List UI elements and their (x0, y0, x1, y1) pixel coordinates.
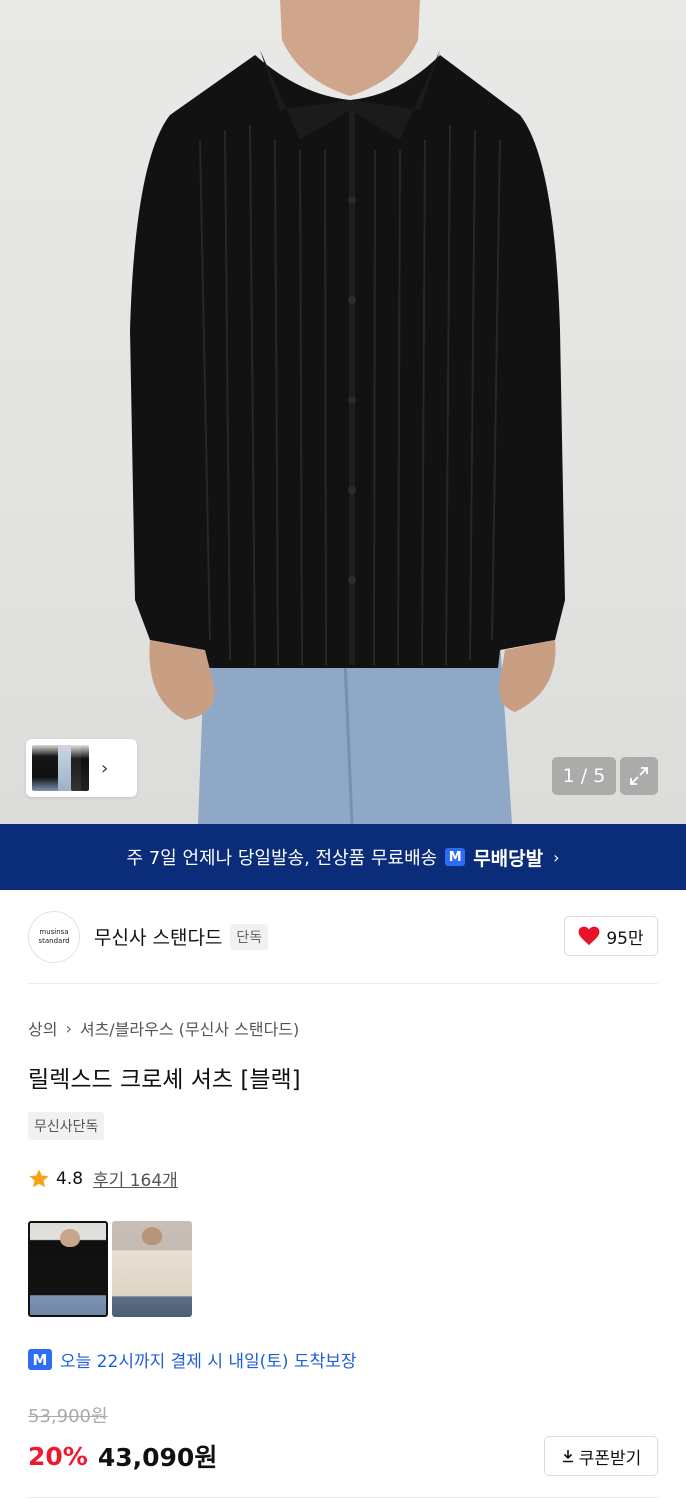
brand-row: musinsa standard 무신사 스탠다드 단독 95만 (28, 890, 658, 984)
brand-name[interactable]: 무신사 스탠다드 (94, 923, 222, 950)
exclusive-tag: 단독 (230, 923, 269, 950)
brand-logo[interactable]: musinsa standard (28, 910, 80, 963)
thumbnail-stack (32, 745, 89, 791)
star-icon (29, 1168, 49, 1187)
delivery-banner[interactable]: 주 7일 언제나 당일발송, 전상품 무료배송 M 무배당발 › (0, 824, 686, 890)
coupon-label: 쿠폰받기 (578, 1448, 642, 1469)
banner-brand: 무배당발 (473, 847, 544, 870)
expand-button[interactable] (620, 757, 658, 795)
thumbnail-strip[interactable]: › (26, 739, 137, 797)
rating-value: 4.8 (56, 1168, 84, 1189)
download-icon (562, 1450, 573, 1463)
color-option-beige[interactable] (112, 1221, 192, 1317)
final-price: 43,090원 (97, 1443, 218, 1472)
heart-icon (578, 926, 600, 946)
breadcrumb-level2[interactable]: 셔츠/블라우스 (무신사 스탠다드) (80, 1016, 299, 1040)
thumbnail-image (81, 745, 89, 791)
chevron-right-icon: › (553, 847, 560, 867)
delivery-guarantee: M 오늘 22시까지 결제 시 내일(토) 도착보장 (28, 1347, 658, 1372)
exclusive-label: 무신사단독 (28, 1112, 105, 1140)
original-price: 53,900원 (28, 1406, 108, 1427)
chevron-right-icon: › (65, 1018, 72, 1038)
rating-row: 4.8 후기 164개 (28, 1166, 658, 1191)
brand-logo-line1: musinsa (39, 927, 69, 936)
breadcrumb-level1[interactable]: 상의 (28, 1016, 57, 1040)
product-photo (130, 0, 565, 824)
chevron-right-icon[interactable]: › (101, 758, 108, 779)
color-option-black[interactable] (28, 1221, 108, 1317)
m-badge-icon: M (445, 848, 466, 866)
discount-rate: 20% (28, 1441, 88, 1471)
divider (28, 1497, 658, 1498)
expand-icon (630, 767, 648, 785)
product-info: 상의 › 셔츠/블라우스 (무신사 스탠다드) 릴렉스드 크로셰 셔츠 [블랙]… (0, 1016, 686, 1478)
like-count: 95만 (606, 928, 644, 949)
product-image-gallery[interactable]: › 1 / 5 (0, 0, 686, 824)
product-title: 릴렉스드 크로셰 셔츠 [블랙] (28, 1067, 301, 1093)
image-counter: 1 / 5 (552, 757, 616, 795)
banner-text: 주 7일 언제나 당일발송, 전상품 무료배송 (126, 848, 438, 869)
breadcrumb: 상의 › 셔츠/블라우스 (무신사 스탠다드) (28, 1016, 658, 1040)
review-link[interactable]: 후기 164개 (93, 1166, 178, 1191)
like-button[interactable]: 95만 (564, 916, 658, 956)
coupon-button[interactable]: 쿠폰받기 (544, 1436, 658, 1476)
delivery-text: 오늘 22시까지 결제 시 내일(토) 도착보장 (60, 1352, 357, 1372)
model-head (60, 1229, 80, 1247)
m-badge-icon: M (28, 1349, 52, 1370)
color-options (28, 1221, 658, 1317)
price-row: 20% 43,090원 쿠폰받기 (28, 1434, 658, 1478)
brand-logo-line2: standard (38, 936, 70, 945)
model-head (142, 1227, 162, 1245)
